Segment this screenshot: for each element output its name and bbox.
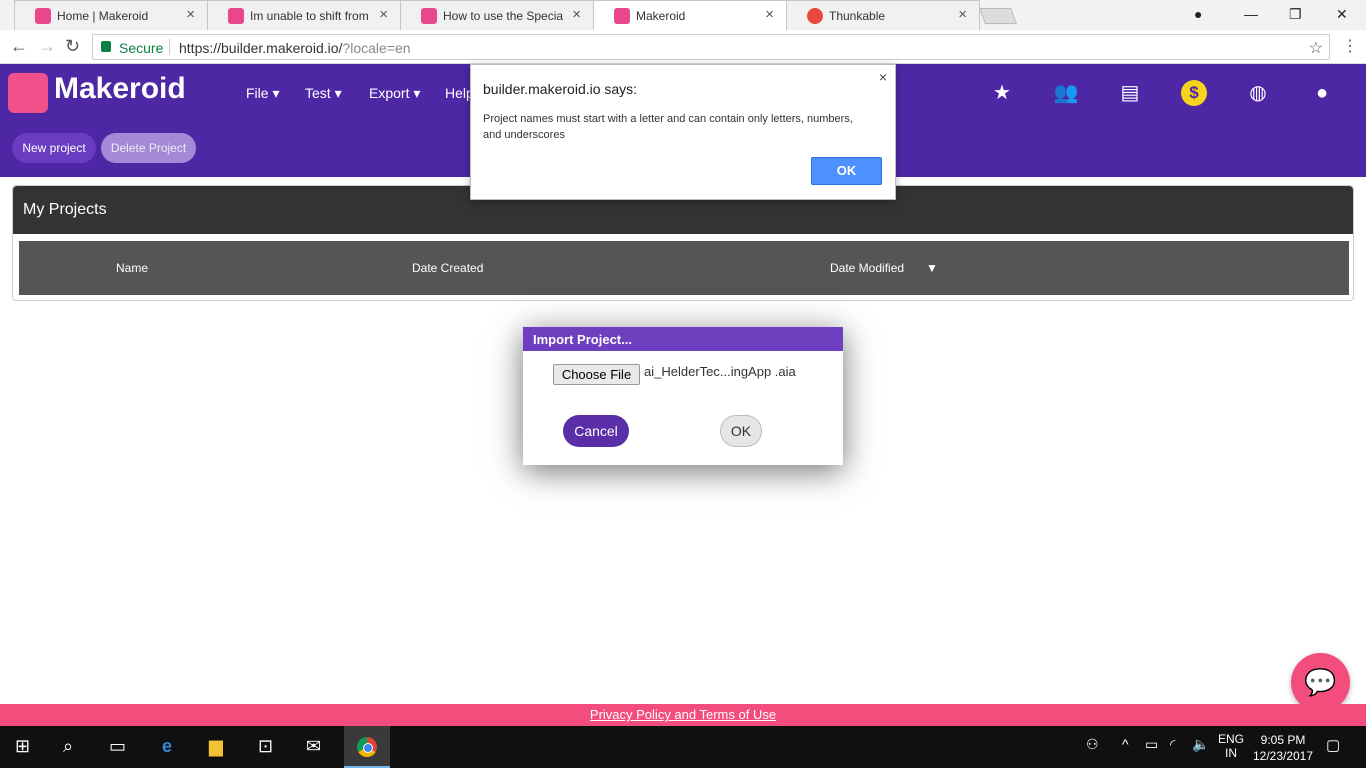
- language-indicator[interactable]: ENG IN: [1216, 732, 1246, 760]
- back-arrow-icon[interactable]: ←: [10, 36, 28, 57]
- restore-icon[interactable]: ❐: [1289, 6, 1302, 23]
- alert-message: Project names must start with a letter a…: [483, 113, 853, 141]
- browser-tab-strip: Home | Makeroid × Im unable to shift fro…: [0, 0, 1366, 30]
- import-dialog-title: Import Project...: [533, 332, 632, 347]
- import-cancel-button[interactable]: Cancel: [563, 415, 629, 447]
- region-code: IN: [1225, 746, 1237, 760]
- task-view-icon[interactable]: ▭: [109, 736, 126, 757]
- lock-icon: [101, 41, 111, 52]
- profile-icon[interactable]: ●: [1194, 6, 1202, 22]
- close-icon[interactable]: ×: [958, 6, 967, 23]
- battery-icon[interactable]: ▭: [1145, 736, 1158, 753]
- library-icon[interactable]: ▤: [1117, 80, 1143, 106]
- account-icon[interactable]: ●: [1309, 80, 1335, 106]
- new-project-button[interactable]: New project: [12, 133, 96, 163]
- browser-alert-dialog: builder.makeroid.io says: × Project name…: [470, 64, 896, 200]
- tab-label: How to use the Special P: [443, 9, 563, 23]
- secure-label: Secure: [119, 40, 164, 56]
- clock-date: 12/23/2017: [1252, 749, 1314, 763]
- browser-tab-special[interactable]: How to use the Special P ×: [400, 0, 594, 30]
- column-date-modified[interactable]: Date Modified: [830, 261, 904, 275]
- users-icon[interactable]: 👥: [1053, 80, 1079, 106]
- mail-icon[interactable]: ✉: [306, 736, 321, 757]
- file-explorer-icon[interactable]: ▆: [209, 736, 223, 757]
- alert-ok-button[interactable]: OK: [811, 157, 882, 185]
- thunkable-icon: [807, 8, 823, 24]
- divider: [169, 39, 170, 55]
- windows-taskbar: ⊞ ⌕ ▭ e ▆ ⊡ ✉ ⚇ ^ ▭ ◜ 🔈 ENG IN 9:05 PM 1…: [0, 726, 1366, 768]
- show-hidden-icons[interactable]: ^: [1122, 736, 1129, 752]
- privacy-policy-link[interactable]: Privacy Policy and Terms of Use: [0, 707, 1366, 722]
- close-icon[interactable]: ×: [572, 6, 581, 23]
- import-ok-button[interactable]: OK: [720, 415, 762, 447]
- tab-label: Im unable to shift from m: [250, 9, 370, 23]
- reload-icon[interactable]: ↻: [65, 36, 80, 57]
- close-icon[interactable]: ×: [765, 6, 774, 23]
- makeroid-icon: [421, 8, 437, 24]
- window-close-icon[interactable]: ✕: [1336, 6, 1348, 23]
- projects-title: My Projects: [23, 201, 107, 218]
- delete-project-button[interactable]: Delete Project: [101, 133, 196, 163]
- makeroid-logo-icon: [8, 73, 48, 113]
- browser-toolbar: ← → ↻ Secure https://builder.makeroid.io…: [0, 30, 1366, 64]
- minimize-icon[interactable]: —: [1244, 6, 1258, 22]
- new-tab-button[interactable]: [979, 8, 1017, 24]
- selected-filename: ai_HelderTec...ingApp .aia: [644, 364, 796, 379]
- alert-close-icon[interactable]: ×: [879, 69, 887, 85]
- tab-label: Makeroid: [636, 9, 686, 23]
- language-code: ENG: [1217, 732, 1244, 746]
- close-icon[interactable]: ×: [186, 6, 195, 23]
- chrome-menu-icon[interactable]: ⋮: [1342, 36, 1358, 56]
- tab-label: Home | Makeroid: [57, 9, 149, 23]
- bookmark-star-icon[interactable]: ☆: [1309, 38, 1323, 58]
- close-icon[interactable]: ×: [379, 6, 388, 23]
- wifi-icon[interactable]: ◜: [1170, 736, 1175, 753]
- browser-tab-unable-to-shift[interactable]: Im unable to shift from m ×: [207, 0, 401, 30]
- alert-title: builder.makeroid.io says:: [483, 81, 638, 97]
- store-icon[interactable]: ⊡: [258, 736, 273, 757]
- logo-text: Makeroid: [54, 72, 186, 105]
- browser-tab-home-makeroid[interactable]: Home | Makeroid ×: [14, 0, 208, 30]
- volume-icon[interactable]: 🔈: [1192, 736, 1209, 753]
- makeroid-icon: [35, 8, 51, 24]
- people-icon[interactable]: ⚇: [1086, 736, 1099, 753]
- browser-tab-thunkable[interactable]: Thunkable ×: [786, 0, 980, 30]
- dollar-icon[interactable]: $: [1181, 80, 1207, 106]
- chrome-icon: [357, 737, 377, 757]
- column-name[interactable]: Name: [116, 261, 148, 275]
- chrome-taskbar-button[interactable]: [344, 726, 390, 768]
- choose-file-button[interactable]: Choose File: [553, 364, 640, 385]
- tab-label: Thunkable: [829, 9, 886, 23]
- makeroid-icon: [614, 8, 630, 24]
- notifications-icon[interactable]: ▢: [1326, 736, 1340, 754]
- import-project-dialog: Import Project... Choose File ai_HelderT…: [523, 327, 843, 465]
- column-date-created[interactable]: Date Created: [412, 261, 483, 275]
- url-main: https://builder.makeroid.io/: [179, 40, 343, 56]
- page-footer: Privacy Policy and Terms of Use: [0, 704, 1366, 726]
- sort-down-icon[interactable]: ▼: [926, 261, 938, 275]
- menu-file[interactable]: File ▾: [246, 85, 279, 102]
- edge-icon[interactable]: e: [162, 736, 172, 757]
- forward-arrow-icon[interactable]: →: [38, 36, 56, 57]
- folder-star-icon[interactable]: ★: [989, 80, 1015, 106]
- address-bar[interactable]: Secure https://builder.makeroid.io/?loca…: [92, 34, 1330, 60]
- menu-export[interactable]: Export ▾: [369, 85, 420, 102]
- url-query: ?locale=en: [342, 40, 411, 56]
- projects-panel: My Projects Name Date Created Date Modif…: [12, 185, 1354, 301]
- search-icon[interactable]: ⌕: [63, 736, 73, 757]
- clock-time: 9:05 PM: [1260, 733, 1306, 747]
- url-text[interactable]: https://builder.makeroid.io/?locale=en: [179, 40, 411, 56]
- windows-start-icon[interactable]: ⊞: [15, 736, 30, 757]
- menu-test[interactable]: Test ▾: [305, 85, 342, 102]
- globe-icon[interactable]: ◍: [1245, 80, 1271, 106]
- makeroid-icon: [228, 8, 244, 24]
- projects-column-header: Name Date Created Date Modified ▼: [19, 241, 1349, 295]
- import-dialog-header: Import Project...: [523, 327, 843, 351]
- browser-tab-makeroid[interactable]: Makeroid ×: [593, 0, 787, 30]
- system-clock[interactable]: 9:05 PM 12/23/2017: [1248, 732, 1318, 764]
